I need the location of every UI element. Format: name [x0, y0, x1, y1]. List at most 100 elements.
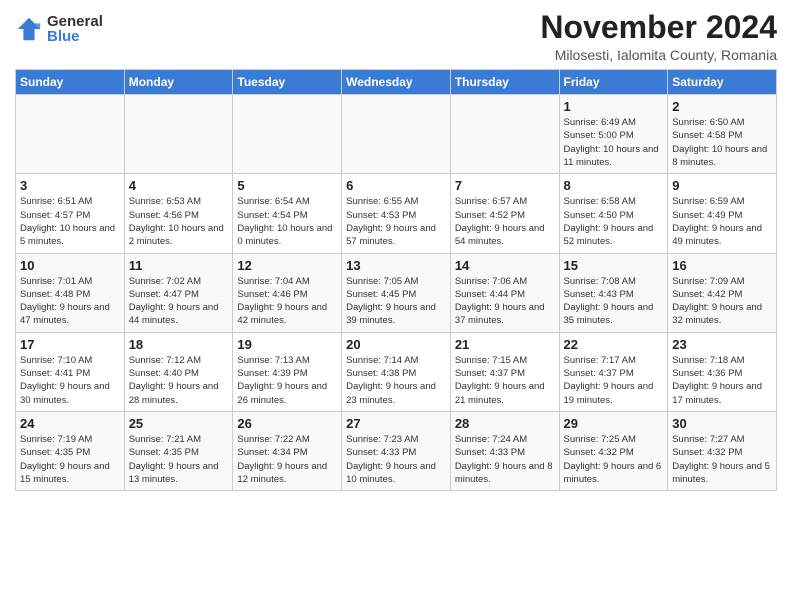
calendar-table: Sunday Monday Tuesday Wednesday Thursday… — [15, 69, 777, 491]
calendar-cell: 17 Sunrise: 7:10 AM Sunset: 4:41 PM Dayli… — [16, 332, 125, 411]
day-info: Sunrise: 7:13 AM Sunset: 4:39 PM Dayligh… — [237, 354, 337, 407]
day-number: 4 — [129, 178, 229, 193]
day-info: Sunrise: 6:54 AM Sunset: 4:54 PM Dayligh… — [237, 195, 337, 248]
day-info: Sunrise: 7:17 AM Sunset: 4:37 PM Dayligh… — [564, 354, 664, 407]
col-wednesday: Wednesday — [342, 70, 451, 95]
day-info: Sunrise: 7:12 AM Sunset: 4:40 PM Dayligh… — [129, 354, 229, 407]
calendar-cell: 18 Sunrise: 7:12 AM Sunset: 4:40 PM Dayli… — [124, 332, 233, 411]
day-info: Sunrise: 7:04 AM Sunset: 4:46 PM Dayligh… — [237, 275, 337, 328]
day-number: 16 — [672, 258, 772, 273]
day-info: Sunrise: 7:09 AM Sunset: 4:42 PM Dayligh… — [672, 275, 772, 328]
day-info: Sunrise: 6:55 AM Sunset: 4:53 PM Dayligh… — [346, 195, 446, 248]
calendar-cell: 14 Sunrise: 7:06 AM Sunset: 4:44 PM Dayli… — [450, 253, 559, 332]
day-number: 9 — [672, 178, 772, 193]
day-number: 17 — [20, 337, 120, 352]
day-info: Sunrise: 6:59 AM Sunset: 4:49 PM Dayligh… — [672, 195, 772, 248]
location-subtitle: Milosesti, Ialomita County, Romania — [540, 47, 777, 63]
day-number: 30 — [672, 416, 772, 431]
col-thursday: Thursday — [450, 70, 559, 95]
header-row: Sunday Monday Tuesday Wednesday Thursday… — [16, 70, 777, 95]
calendar-cell: 28 Sunrise: 7:24 AM Sunset: 4:33 PM Dayli… — [450, 411, 559, 490]
calendar-cell: 8 Sunrise: 6:58 AM Sunset: 4:50 PM Daylig… — [559, 174, 668, 253]
calendar-cell — [342, 95, 451, 174]
day-info: Sunrise: 7:05 AM Sunset: 4:45 PM Dayligh… — [346, 275, 446, 328]
day-info: Sunrise: 6:57 AM Sunset: 4:52 PM Dayligh… — [455, 195, 555, 248]
calendar-week-5: 24 Sunrise: 7:19 AM Sunset: 4:35 PM Dayli… — [16, 411, 777, 490]
day-number: 10 — [20, 258, 120, 273]
day-info: Sunrise: 7:18 AM Sunset: 4:36 PM Dayligh… — [672, 354, 772, 407]
logo-general-text: General — [47, 14, 103, 29]
col-tuesday: Tuesday — [233, 70, 342, 95]
calendar-cell: 10Sunrise: 7:01 AM Sunset: 4:48 PM Dayli… — [16, 253, 125, 332]
day-number: 2 — [672, 99, 772, 114]
day-number: 18 — [129, 337, 229, 352]
day-number: 26 — [237, 416, 337, 431]
calendar-cell: 7 Sunrise: 6:57 AM Sunset: 4:52 PM Daylig… — [450, 174, 559, 253]
calendar-cell: 19 Sunrise: 7:13 AM Sunset: 4:39 PM Dayli… — [233, 332, 342, 411]
day-number: 27 — [346, 416, 446, 431]
calendar-cell: 2 Sunrise: 6:50 AM Sunset: 4:58 PM Daylig… — [668, 95, 777, 174]
day-number: 25 — [129, 416, 229, 431]
day-number: 12 — [237, 258, 337, 273]
calendar-cell: 23Sunrise: 7:18 AM Sunset: 4:36 PM Dayli… — [668, 332, 777, 411]
day-info: Sunrise: 7:15 AM Sunset: 4:37 PM Dayligh… — [455, 354, 555, 407]
day-info: Sunrise: 7:24 AM Sunset: 4:33 PM Dayligh… — [455, 433, 555, 486]
day-number: 29 — [564, 416, 664, 431]
col-sunday: Sunday — [16, 70, 125, 95]
calendar-cell: 26 Sunrise: 7:22 AM Sunset: 4:34 PM Dayli… — [233, 411, 342, 490]
day-info: Sunrise: 7:02 AM Sunset: 4:47 PM Dayligh… — [129, 275, 229, 328]
day-number: 28 — [455, 416, 555, 431]
day-info: Sunrise: 7:21 AM Sunset: 4:35 PM Dayligh… — [129, 433, 229, 486]
calendar-cell: 15 Sunrise: 7:08 AM Sunset: 4:43 PM Dayli… — [559, 253, 668, 332]
calendar-week-3: 10Sunrise: 7:01 AM Sunset: 4:48 PM Dayli… — [16, 253, 777, 332]
day-number: 8 — [564, 178, 664, 193]
col-monday: Monday — [124, 70, 233, 95]
day-number: 20 — [346, 337, 446, 352]
day-info: Sunrise: 7:23 AM Sunset: 4:33 PM Dayligh… — [346, 433, 446, 486]
day-info: Sunrise: 6:49 AM Sunset: 5:00 PM Dayligh… — [564, 116, 664, 169]
day-info: Sunrise: 7:25 AM Sunset: 4:32 PM Dayligh… — [564, 433, 664, 486]
calendar-cell: 22 Sunrise: 7:17 AM Sunset: 4:37 PM Dayli… — [559, 332, 668, 411]
day-number: 5 — [237, 178, 337, 193]
calendar-cell: 27 Sunrise: 7:23 AM Sunset: 4:33 PM Dayli… — [342, 411, 451, 490]
calendar-cell: 11 Sunrise: 7:02 AM Sunset: 4:47 PM Dayli… — [124, 253, 233, 332]
calendar-cell: 6Sunrise: 6:55 AM Sunset: 4:53 PM Daylig… — [342, 174, 451, 253]
day-info: Sunrise: 7:06 AM Sunset: 4:44 PM Dayligh… — [455, 275, 555, 328]
day-number: 3 — [20, 178, 120, 193]
day-number: 13 — [346, 258, 446, 273]
day-info: Sunrise: 6:58 AM Sunset: 4:50 PM Dayligh… — [564, 195, 664, 248]
month-title: November 2024 — [540, 10, 777, 45]
day-info: Sunrise: 7:22 AM Sunset: 4:34 PM Dayligh… — [237, 433, 337, 486]
day-info: Sunrise: 7:19 AM Sunset: 4:35 PM Dayligh… — [20, 433, 120, 486]
day-number: 11 — [129, 258, 229, 273]
day-info: Sunrise: 6:50 AM Sunset: 4:58 PM Dayligh… — [672, 116, 772, 169]
day-number: 15 — [564, 258, 664, 273]
day-number: 19 — [237, 337, 337, 352]
calendar-cell — [124, 95, 233, 174]
day-info: Sunrise: 6:53 AM Sunset: 4:56 PM Dayligh… — [129, 195, 229, 248]
day-number: 14 — [455, 258, 555, 273]
day-number: 22 — [564, 337, 664, 352]
calendar-cell: 3Sunrise: 6:51 AM Sunset: 4:57 PM Daylig… — [16, 174, 125, 253]
day-number: 1 — [564, 99, 664, 114]
calendar-cell: 12 Sunrise: 7:04 AM Sunset: 4:46 PM Dayli… — [233, 253, 342, 332]
logo-blue-text: Blue — [47, 29, 103, 44]
calendar-cell — [450, 95, 559, 174]
calendar-cell: 13 Sunrise: 7:05 AM Sunset: 4:45 PM Dayli… — [342, 253, 451, 332]
day-info: Sunrise: 7:27 AM Sunset: 4:32 PM Dayligh… — [672, 433, 772, 486]
calendar-cell — [233, 95, 342, 174]
calendar-cell: 24 Sunrise: 7:19 AM Sunset: 4:35 PM Dayli… — [16, 411, 125, 490]
calendar-body: 1 Sunrise: 6:49 AM Sunset: 5:00 PM Daylig… — [16, 95, 777, 491]
title-block: November 2024 Milosesti, Ialomita County… — [540, 10, 777, 63]
header: General Blue November 2024 Milosesti, Ia… — [15, 10, 777, 63]
day-info: Sunrise: 7:08 AM Sunset: 4:43 PM Dayligh… — [564, 275, 664, 328]
day-number: 7 — [455, 178, 555, 193]
col-friday: Friday — [559, 70, 668, 95]
day-info: Sunrise: 7:14 AM Sunset: 4:38 PM Dayligh… — [346, 354, 446, 407]
calendar-week-1: 1 Sunrise: 6:49 AM Sunset: 5:00 PM Daylig… — [16, 95, 777, 174]
calendar-cell — [16, 95, 125, 174]
day-number: 24 — [20, 416, 120, 431]
logo: General Blue — [15, 14, 103, 44]
day-info: Sunrise: 7:10 AM Sunset: 4:41 PM Dayligh… — [20, 354, 120, 407]
calendar-cell: 20 Sunrise: 7:14 AM Sunset: 4:38 PM Dayli… — [342, 332, 451, 411]
